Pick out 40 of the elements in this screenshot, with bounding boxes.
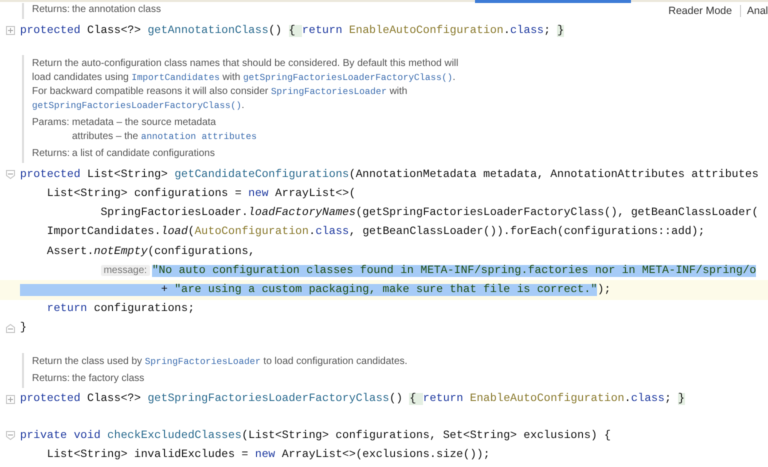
doc-link[interactable]: SpringFactoriesLoader [144,356,261,367]
params-label: Params: [32,116,70,130]
fold-icon[interactable] [6,394,14,404]
code-line: List<String> configurations = new ArrayList<>( [46,188,356,200]
fold-icon[interactable] [6,26,14,36]
doc-text: Return the class used by SpringFactoriesLoader to load configuration candidates. [32,354,408,369]
code-line: SpringFactoriesLoader.loadFactoryNames(getSpringFactoriesLoaderFactoryClass(), getBeanClassLoader( [100,207,759,220]
code-line: return configurations; [46,303,195,316]
parameter-hint: message: [100,265,150,276]
doc-text: getSpringFactoriesLoaderFactoryClass(). [32,99,246,114]
param-text: attributes – the annotation attributes [72,130,257,144]
doc-text: load candidates using ImportCandidates with getSpringFactoriesLoaderFactoryClass(). [32,71,456,86]
code-line: protected Class<?> getSpringFactoriesLoaderFactoryClass() { return EnableAutoConfiguration.class; } [20,393,685,406]
code-line: Assert.notEmpty(configurations, [46,246,255,258]
fold-icon[interactable] [6,170,14,180]
returns-text: the annotation class [72,3,161,17]
doc-link[interactable]: SpringFactoriesLoader [271,86,387,98]
returns-text: a list of candidate configurations [72,147,215,162]
code-line: ImportCandidates.load(AutoConfiguration.class, getBeanClassLoader()).forEach(configurations::add); [46,226,705,238]
doc-link[interactable]: getSpringFactoriesLoaderFactoryClass() [243,72,453,84]
code-line: private void checkExcludedClasses(List<String> configurations, Set<String> exclusions) { [20,430,611,442]
code-line: protected List<String> getCandidateConfigurations(AnnotationMetadata metadata, AnnotationAttributes attributes [20,168,759,181]
returns-label: Returns: [32,372,71,386]
param-text: metadata – the source metadata [72,116,217,130]
returns-text: the factory class [72,372,144,386]
fold-icon[interactable] [6,324,14,333]
reader-toolbar-item[interactable]: Anal [740,5,768,17]
code-line: + "are using a custom packaging, make sure that file is correct."); [20,284,611,296]
doc-text: For backward compatible reasons it will also consider SpringFactoriesLoader with [32,85,408,100]
returns-label: Returns: [32,3,71,17]
code-line: protected Class<?> getAnnotationClass() { return EnableAutoConfiguration.class; } [20,24,564,37]
reader-toolbar-item[interactable]: Reader Mode [668,5,732,17]
code-line: } [20,322,27,334]
doc-link[interactable]: getSpringFactoriesLoaderFactoryClass() [32,100,242,112]
code-line: List<String> invalidExcludes = new ArrayList<>(exclusions.size()); [46,448,490,461]
returns-label: Returns: [32,147,71,162]
doc-link[interactable]: annotation attributes [140,131,257,142]
doc-text: Return the auto-configuration class names that should be considered. By default this method will [32,57,460,72]
doc-link[interactable]: ImportCandidates [132,72,220,84]
fold-icon[interactable] [6,431,14,440]
